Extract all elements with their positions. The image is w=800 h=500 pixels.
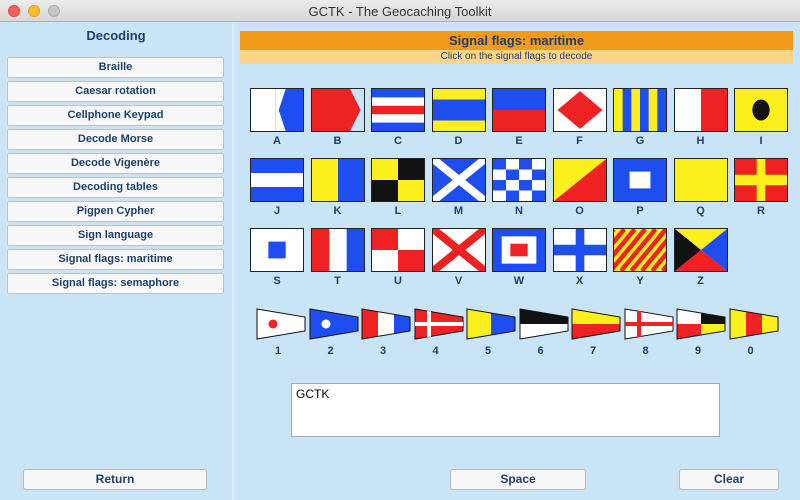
pennant-label-8: 8 [642,345,649,357]
sidebar-item-cellphone-keypad[interactable]: Cellphone Keypad [7,105,224,126]
flag-label-j: J [273,205,281,217]
flag-label-g: G [635,135,645,147]
flag-l[interactable] [371,158,425,202]
pennant-label-4: 4 [432,345,439,357]
page-subtitle: Click on the signal flags to decode [240,50,793,64]
flag-s[interactable] [250,228,304,272]
return-button[interactable]: Return [23,469,207,490]
sidebar-item-sign-language[interactable]: Sign language [7,225,224,246]
decoded-output-field[interactable]: GCTK [291,383,720,437]
flag-q[interactable] [673,158,728,202]
flag-label-t: T [334,275,341,287]
flag-o[interactable] [552,158,607,202]
flag-label-u: U [394,275,402,287]
sidebar-item-signal-flags-semaphore[interactable]: Signal flags: semaphore [7,273,224,294]
flag-a[interactable] [250,88,304,132]
flag-label-o: O [575,205,584,217]
title-bar: GCTK - The Geocaching Toolkit [0,0,800,22]
flag-label-c: C [394,135,402,147]
sidebar-item-decoding-tables[interactable]: Decoding tables [7,177,224,198]
pennant-label-9: 9 [694,345,702,357]
flag-label-w: W [513,275,525,287]
sidebar-item-caesar-rotation[interactable]: Caesar rotation [7,81,224,102]
flag-t[interactable] [310,228,365,272]
pennant-label-2: 2 [327,345,334,357]
flag-label-y: Y [636,275,644,287]
pennant-label-7: 7 [589,345,597,357]
pennant-3[interactable] [361,308,411,340]
sidebar-item-decode-vigenere[interactable]: Decode Vigenère [7,153,224,174]
flag-z[interactable] [673,228,728,272]
sidebar-divider [232,22,234,500]
pennant-7[interactable] [571,308,621,340]
flag-label-p: P [636,205,644,217]
pennant-1[interactable] [256,308,306,340]
pennant-2[interactable] [309,308,358,340]
pennant-9[interactable] [676,308,726,340]
flag-b[interactable] [310,88,365,132]
flag-c[interactable] [371,88,425,132]
flag-label-n: N [515,205,523,217]
flag-v[interactable] [431,228,486,272]
sidebar: Decoding Braille Caesar rotation Cellpho… [0,22,232,500]
flag-label-l: L [394,205,402,217]
flag-w[interactable] [492,228,546,272]
pennant-8[interactable] [624,308,673,340]
flag-r[interactable] [734,158,788,202]
clear-button[interactable]: Clear [679,469,779,490]
pennant-label-3: 3 [379,345,387,357]
flag-label-x: X [575,275,584,287]
sidebar-item-pigpen-cypher[interactable]: Pigpen Cypher [7,201,224,222]
pennant-5[interactable] [466,308,516,340]
flag-i[interactable] [734,88,788,132]
sidebar-item-braille[interactable]: Braille [7,57,224,78]
flag-label-k: K [333,205,342,217]
flag-label-i: I [759,135,763,147]
flag-d[interactable] [431,88,486,132]
sidebar-item-signal-flags-maritime[interactable]: Signal flags: maritime [7,249,224,270]
flag-label-m: M [453,205,464,217]
flag-label-s: S [273,275,281,287]
sidebar-heading: Decoding [86,28,146,43]
pennant-label-6: 6 [537,345,544,357]
flag-label-f: F [576,135,583,147]
page-title: Signal flags: maritime [240,31,793,50]
flag-label-b: B [333,135,342,147]
window-title: GCTK - The Geocaching Toolkit [308,4,492,19]
flag-k[interactable] [310,158,365,202]
flag-label-r: R [757,205,765,217]
flag-e[interactable] [492,88,546,132]
flag-x[interactable] [552,228,607,272]
flag-g[interactable] [613,88,667,132]
space-button[interactable]: Space [450,469,586,490]
sidebar-item-decode-morse[interactable]: Decode Morse [7,129,224,150]
flag-label-h: H [696,135,705,147]
flag-j[interactable] [250,158,304,202]
pennant-6[interactable] [519,308,568,340]
flag-n[interactable] [492,158,546,202]
flag-h[interactable] [673,88,728,132]
flag-y[interactable] [613,228,667,272]
flag-label-d: D [454,135,463,147]
flag-label-a: A [273,135,281,147]
pennant-label-0: 0 [747,345,754,357]
flag-m[interactable] [431,158,486,202]
pennant-label-1: 1 [274,345,282,357]
flag-label-z: Z [697,275,704,287]
flag-label-q: Q [696,205,705,217]
flag-u[interactable] [371,228,425,272]
pennant-0[interactable] [729,308,778,340]
pennant-4[interactable] [414,308,463,340]
flag-f[interactable] [552,88,607,132]
flag-label-e: E [515,135,523,147]
flag-p[interactable] [613,158,667,202]
flag-label-v: V [454,275,463,287]
pennant-label-5: 5 [484,345,492,357]
